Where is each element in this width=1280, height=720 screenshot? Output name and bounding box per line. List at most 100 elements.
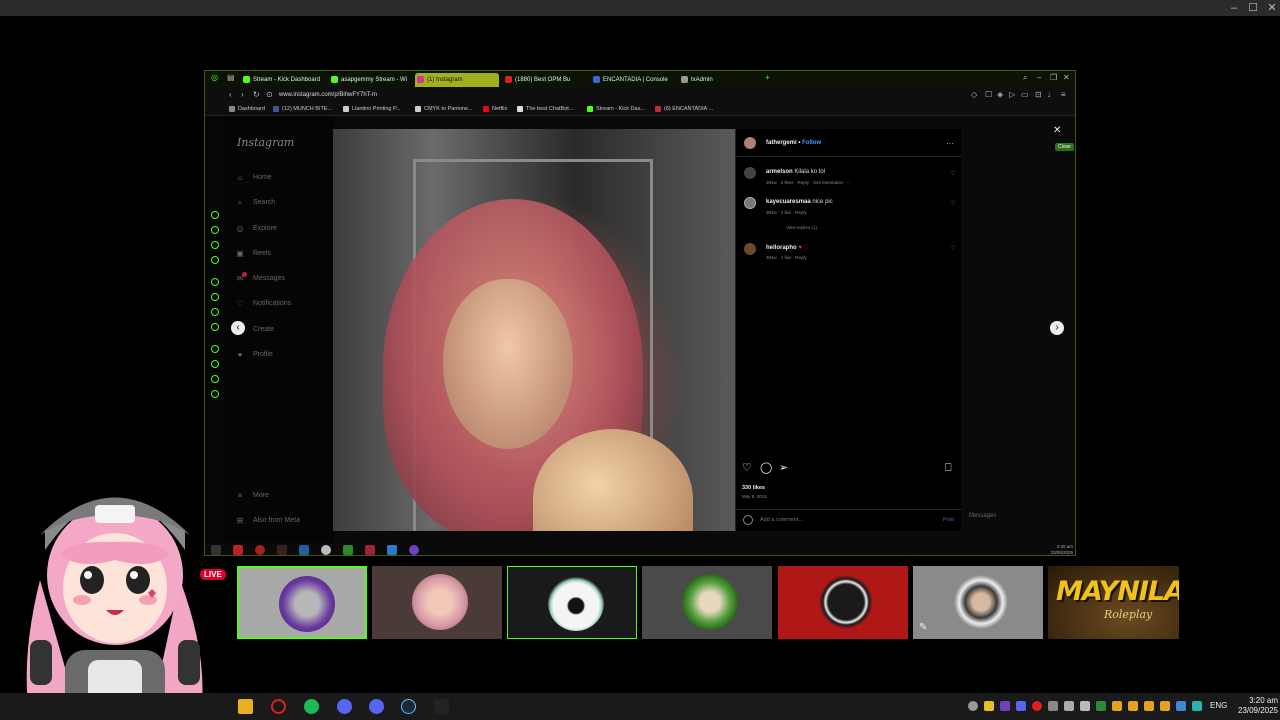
post-comment-button[interactable]: Post — [943, 517, 954, 523]
back-icon[interactable]: ‹ — [229, 89, 232, 101]
post-photo[interactable] — [333, 129, 735, 531]
volume-icon[interactable] — [1080, 701, 1090, 711]
app-icon[interactable] — [277, 545, 287, 555]
bookmark-chatbot[interactable]: The best ChatBot... — [517, 104, 573, 114]
menu-icon[interactable]: ≡ — [1061, 89, 1066, 101]
tray-icon[interactable] — [1000, 701, 1010, 711]
mic-icon[interactable] — [1032, 701, 1042, 711]
author-avatar[interactable] — [744, 137, 756, 149]
opera-icon[interactable] — [255, 545, 265, 555]
comment-like-icon[interactable]: ♡ — [950, 170, 955, 177]
bookmark-netflix[interactable]: Netflix — [483, 104, 507, 114]
save-icon[interactable]: ⎕ — [945, 461, 952, 475]
participant-cam[interactable] — [642, 566, 772, 639]
comment-username[interactable]: armelson Kilala ko tol — [766, 169, 825, 175]
download-icon[interactable]: ↓ — [1047, 89, 1051, 101]
close-icon[interactable]: ✕ — [1264, 1, 1280, 15]
tray-icon[interactable] — [1192, 701, 1202, 711]
likes-count[interactable]: 330 likes — [742, 485, 765, 491]
bookmark-llantino[interactable]: Llantino Printing P... — [343, 104, 401, 114]
comment-meta[interactable]: 384w · 2 likes · Reply · See translation… — [766, 180, 852, 185]
tab-encantadia-console[interactable]: ENCANTADIA | Console — [591, 73, 675, 87]
comment-meta[interactable]: 384w · 1 like · Reply — [766, 210, 807, 215]
tab-youtube-opm[interactable]: (1880) Best OPM Bu — [503, 73, 585, 87]
author-username[interactable]: fathergemi • Follow — [766, 140, 821, 146]
profile-lock-icon[interactable]: ⊡ — [1035, 89, 1042, 101]
new-tab-icon[interactable]: + — [765, 72, 770, 84]
app-icon[interactable] — [409, 545, 419, 555]
comment-icon[interactable]: ◯ — [760, 461, 772, 475]
tray-icon[interactable] — [1096, 701, 1106, 711]
comment-meta[interactable]: 384w · 1 like · Reply — [766, 255, 807, 260]
tray-icon[interactable] — [1144, 701, 1154, 711]
reload-icon[interactable]: ↻ — [253, 89, 260, 101]
app-icon[interactable] — [233, 545, 243, 555]
extension-icon[interactable]: ☐ — [985, 89, 992, 101]
settings-icon[interactable] — [211, 390, 219, 398]
bookmark-cmyk[interactable]: CMYK to Pantone... — [415, 104, 473, 114]
share-icon[interactable]: ➢ — [779, 461, 788, 475]
discord-icon[interactable] — [369, 699, 384, 714]
discord-icon[interactable] — [337, 699, 352, 714]
comment-username[interactable]: hellorapho ♥ ♡ — [766, 244, 809, 251]
bookmark-kick[interactable]: Stream - Kick Das... — [587, 104, 645, 114]
participant-cam[interactable]: ✎ — [913, 566, 1043, 639]
comment-avatar[interactable] — [744, 243, 756, 255]
participant-cam[interactable] — [507, 566, 637, 639]
opera-icon[interactable] — [271, 699, 286, 714]
minimize-icon[interactable]: – — [1226, 1, 1242, 15]
browser-maximize-icon[interactable]: ❐ — [1050, 72, 1057, 84]
history-icon[interactable] — [211, 360, 219, 368]
tray-icon[interactable] — [1176, 701, 1186, 711]
tray-icon[interactable] — [1128, 701, 1138, 711]
bookmark-icon[interactable]: ◇ — [971, 89, 977, 101]
spotify-icon[interactable] — [304, 699, 319, 714]
comment-avatar[interactable] — [744, 167, 756, 179]
tab-kick-dashboard[interactable]: Stream - Kick Dashboard — [241, 73, 327, 87]
tray-icon[interactable] — [1048, 701, 1058, 711]
file-explorer-icon[interactable] — [238, 699, 253, 714]
steam-icon[interactable] — [401, 699, 416, 714]
sidebar-app-icon[interactable] — [211, 211, 219, 219]
nav-search[interactable]: ⌕ Search — [235, 198, 275, 208]
follow-button[interactable]: Follow — [802, 140, 821, 146]
browser-menu-icon[interactable]: ◎ — [211, 72, 218, 84]
browser-close-icon[interactable]: ✕ — [1063, 72, 1070, 84]
next-post-button[interactable]: › — [1050, 321, 1064, 335]
app-icon[interactable] — [343, 545, 353, 555]
nav-home[interactable]: ⌂ Home — [235, 173, 272, 183]
nav-notifications[interactable]: ♡ Notifications — [235, 299, 291, 309]
shield-icon[interactable]: ◈ — [997, 89, 1003, 101]
sidebar-app-icon[interactable] — [211, 226, 219, 234]
app-icon[interactable] — [299, 545, 309, 555]
search-tabs-icon[interactable]: ⌕ — [1023, 72, 1027, 84]
telegram-icon[interactable] — [211, 293, 219, 301]
app-icon[interactable] — [321, 545, 331, 555]
tiktok-icon[interactable] — [211, 323, 219, 331]
forward-icon[interactable]: › — [241, 89, 244, 101]
tab-txadmin[interactable]: txAdmin — [679, 73, 739, 87]
tray-icon[interactable] — [1112, 701, 1122, 711]
messenger-icon[interactable] — [211, 278, 219, 286]
bookmark-munch-bite[interactable]: (12) MUNCH BITE... — [273, 104, 332, 114]
instagram-icon[interactable] — [211, 308, 219, 316]
site-info-icon[interactable]: ⊙ — [266, 89, 273, 101]
instagram-logo[interactable]: Instagram — [237, 136, 294, 149]
view-replies-link[interactable]: View replies (1) — [786, 225, 817, 230]
tray-icon[interactable] — [968, 701, 978, 711]
nav-reels[interactable]: ▣ Reels — [235, 249, 271, 259]
bookmark-encantadia[interactable]: (6) ENCANTADIA ... — [655, 104, 713, 114]
network-icon[interactable] — [1064, 701, 1074, 711]
tab-asapgemmy[interactable]: asapgemmy Stream - Wi — [329, 73, 409, 87]
wallet-icon[interactable]: ▭ — [1021, 89, 1029, 101]
tray-icon[interactable] — [1160, 701, 1170, 711]
bookmark-dashboard[interactable]: Dashboard — [229, 104, 265, 114]
maximize-icon[interactable]: ☐ — [1245, 1, 1261, 15]
comment-input[interactable]: Add a comment... — [760, 517, 803, 523]
epic-games-icon[interactable] — [434, 699, 449, 714]
previous-post-button[interactable]: ‹ — [231, 321, 245, 335]
sidebar-app-icon[interactable] — [211, 256, 219, 264]
player-icon[interactable] — [211, 345, 219, 353]
url-field[interactable]: www.instagram.com/p/BihwFY7hT-m — [279, 90, 377, 100]
comment-like-icon[interactable]: ♡ — [950, 245, 955, 252]
